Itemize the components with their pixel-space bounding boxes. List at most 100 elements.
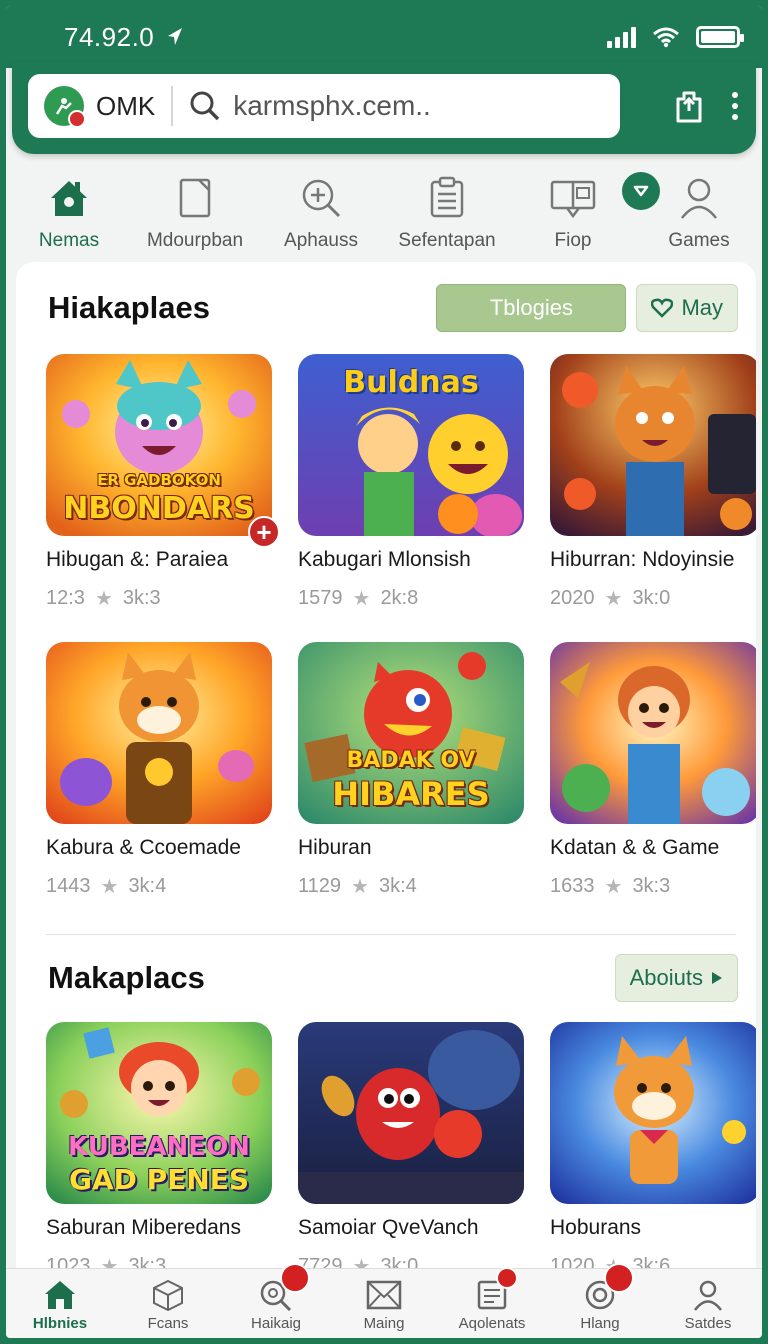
tab-fiop[interactable]: Fiop (510, 166, 636, 266)
game-meta: 12:3 ★ 3k:3 (46, 586, 272, 611)
game-thumbnail (298, 1022, 524, 1204)
home-icon (45, 1281, 75, 1309)
game-card[interactable]: Kabura & Ccoemade 1443 ★ 3k:4 (46, 642, 272, 899)
game-count: 1579 (298, 587, 343, 609)
game-thumbnail: Buldnas (298, 354, 524, 536)
home-icon (51, 181, 87, 216)
tab-nemas[interactable]: Nemas (6, 166, 132, 266)
star-icon: ★ (94, 588, 113, 610)
game-card[interactable]: ER GADBOKON NBONDARS + Hibugan &: Paraie… (46, 354, 280, 611)
status-time-group: 74.92.0 (64, 22, 184, 53)
section-title: Makaplacs (48, 960, 205, 995)
wifi-icon (653, 27, 679, 48)
notification-badge (280, 1263, 310, 1293)
address-bar[interactable]: OMK karmsphx.cem.. (28, 74, 620, 138)
nav-item-hlbnies[interactable]: Hlbnies (6, 1269, 114, 1338)
game-title: Hiburan (298, 836, 372, 859)
nav-item-aqolenats[interactable]: Aqolenats (438, 1267, 546, 1338)
thumb-title: Buldnas (343, 365, 479, 400)
url-divider (171, 86, 174, 126)
game-rating: 3k:3 (122, 587, 161, 609)
game-thumbnail: KUBEANEON GAD PENES (46, 1022, 272, 1204)
game-count: 1443 (46, 875, 91, 897)
add-icon[interactable]: + (248, 516, 280, 548)
tab-label: Sefentapan (398, 230, 496, 251)
site-logo-icon (44, 86, 86, 128)
nav-item-satdes[interactable]: Satdes (654, 1269, 762, 1338)
tab-aphauss[interactable]: Aphauss (258, 166, 384, 266)
game-card[interactable]: BADAK OV HIBARES Hiburan 1129 ★ 3k:4 (298, 642, 524, 899)
game-card[interactable]: Hoburans 1020 ★ 3k:6 (550, 1022, 756, 1272)
clipboard-icon (430, 176, 464, 218)
section-divider (46, 934, 736, 935)
game-title: Kabugari Mlonsish (298, 548, 471, 571)
game-meta: 1633 ★ 3k:3 (550, 874, 756, 899)
nav-item-haikaig[interactable]: Haikaig (222, 1263, 330, 1338)
section-header: Makaplacs Aboiuts (48, 954, 738, 1002)
app-screen: 74.92.0 OMK karmsphx.cem.. Nemas Mdourpb… (6, 6, 762, 1338)
game-title: Hiburran: Ndoyinsie (550, 548, 735, 571)
tab-label: Fiop (554, 230, 592, 251)
star-icon: ★ (604, 876, 623, 898)
content-panel: Hiakaplaes Tblogies May ER GADBOKON NBON… (16, 262, 756, 1272)
game-card[interactable]: KUBEANEON GAD PENES Saburan Miberedans 1… (46, 1022, 272, 1272)
tab-label: Games (668, 230, 730, 251)
game-meta: 1579 ★ 2k:8 (298, 586, 524, 611)
play-arrow-icon (712, 972, 722, 984)
browser-toolbar: OMK karmsphx.cem.. (12, 62, 756, 154)
nav-label: Aqolenats (458, 1315, 526, 1332)
game-title: Samoiar QveVanch (298, 1216, 479, 1239)
star-icon: ★ (351, 876, 369, 898)
nav-label: Haikaig (250, 1315, 302, 1332)
game-thumbnail: ER GADBOKON NBONDARS (46, 354, 272, 536)
more-menu-icon[interactable] (732, 92, 738, 120)
search-icon (302, 179, 341, 218)
monitor-icon (550, 180, 596, 219)
game-card[interactable]: Samoiar QveVanch 7729 ★ 3k:0 (298, 1022, 524, 1272)
status-icons (607, 26, 744, 48)
search-icon (190, 91, 220, 121)
thumb-subtitle: ER GADBOKON (97, 471, 221, 489)
star-icon: ★ (100, 876, 119, 898)
tab-label: Aphauss (284, 230, 358, 251)
game-rating: 2k:8 (380, 587, 419, 609)
tab-sefentapan[interactable]: Sefentapan (384, 166, 510, 266)
nav-item-hlang[interactable]: Hlang (546, 1263, 654, 1338)
game-meta: 1443 ★ 3k:4 (46, 874, 272, 899)
share-icon[interactable] (674, 89, 704, 123)
cube-icon (153, 1279, 183, 1311)
thumb-title: HIBARES (332, 775, 490, 813)
user-icon (694, 1280, 722, 1311)
game-grid-row: Kabura & Ccoemade 1443 ★ 3k:4 BADAK OV H… (46, 642, 756, 899)
tablet-icon (179, 178, 211, 218)
tab-label: Nemas (38, 230, 100, 251)
status-bar: 74.92.0 (6, 6, 762, 68)
nav-label: Maing (363, 1315, 405, 1332)
game-thumbnail (550, 642, 756, 824)
game-card[interactable]: Hiburran: Ndoyinsie 2020 ★ 3k:0 (550, 354, 756, 611)
chevron-down-icon (633, 185, 649, 197)
heart-icon (651, 298, 674, 318)
section-actions: Tblogies May (436, 284, 738, 332)
game-meta: 2020 ★ 3k:0 (550, 586, 756, 611)
game-thumbnail (550, 1022, 756, 1204)
aboiuts-button[interactable]: Aboiuts (614, 954, 738, 1002)
tab-dropdown-button[interactable] (622, 172, 660, 210)
game-card[interactable]: Buldnas Kabugari Mlonsish 1579 ★ 2k:8 (298, 354, 524, 611)
thumb-title: GAD PENES (68, 1163, 250, 1196)
game-title: Kabura & Ccoemade (46, 836, 241, 859)
notification-badge (496, 1267, 518, 1289)
game-grid-row: KUBEANEON GAD PENES Saburan Miberedans 1… (46, 1022, 756, 1272)
nav-label: Hlbnies (32, 1315, 88, 1332)
may-button[interactable]: May (636, 284, 738, 332)
section-title: Hiakaplaes (48, 290, 210, 325)
tab-mdourpban[interactable]: Mdourpban (132, 166, 258, 266)
nav-item-maing[interactable]: Maing (330, 1269, 438, 1338)
battery-icon (696, 26, 744, 48)
game-rating: 3k:4 (378, 875, 417, 897)
game-card[interactable]: Kdatan & & Game 1633 ★ 3k:3 (550, 642, 756, 899)
tblogies-button[interactable]: Tblogies (436, 284, 627, 332)
game-count: 2020 (550, 587, 595, 609)
nav-item-fcans[interactable]: Fcans (114, 1269, 222, 1338)
game-thumbnail (46, 642, 272, 824)
